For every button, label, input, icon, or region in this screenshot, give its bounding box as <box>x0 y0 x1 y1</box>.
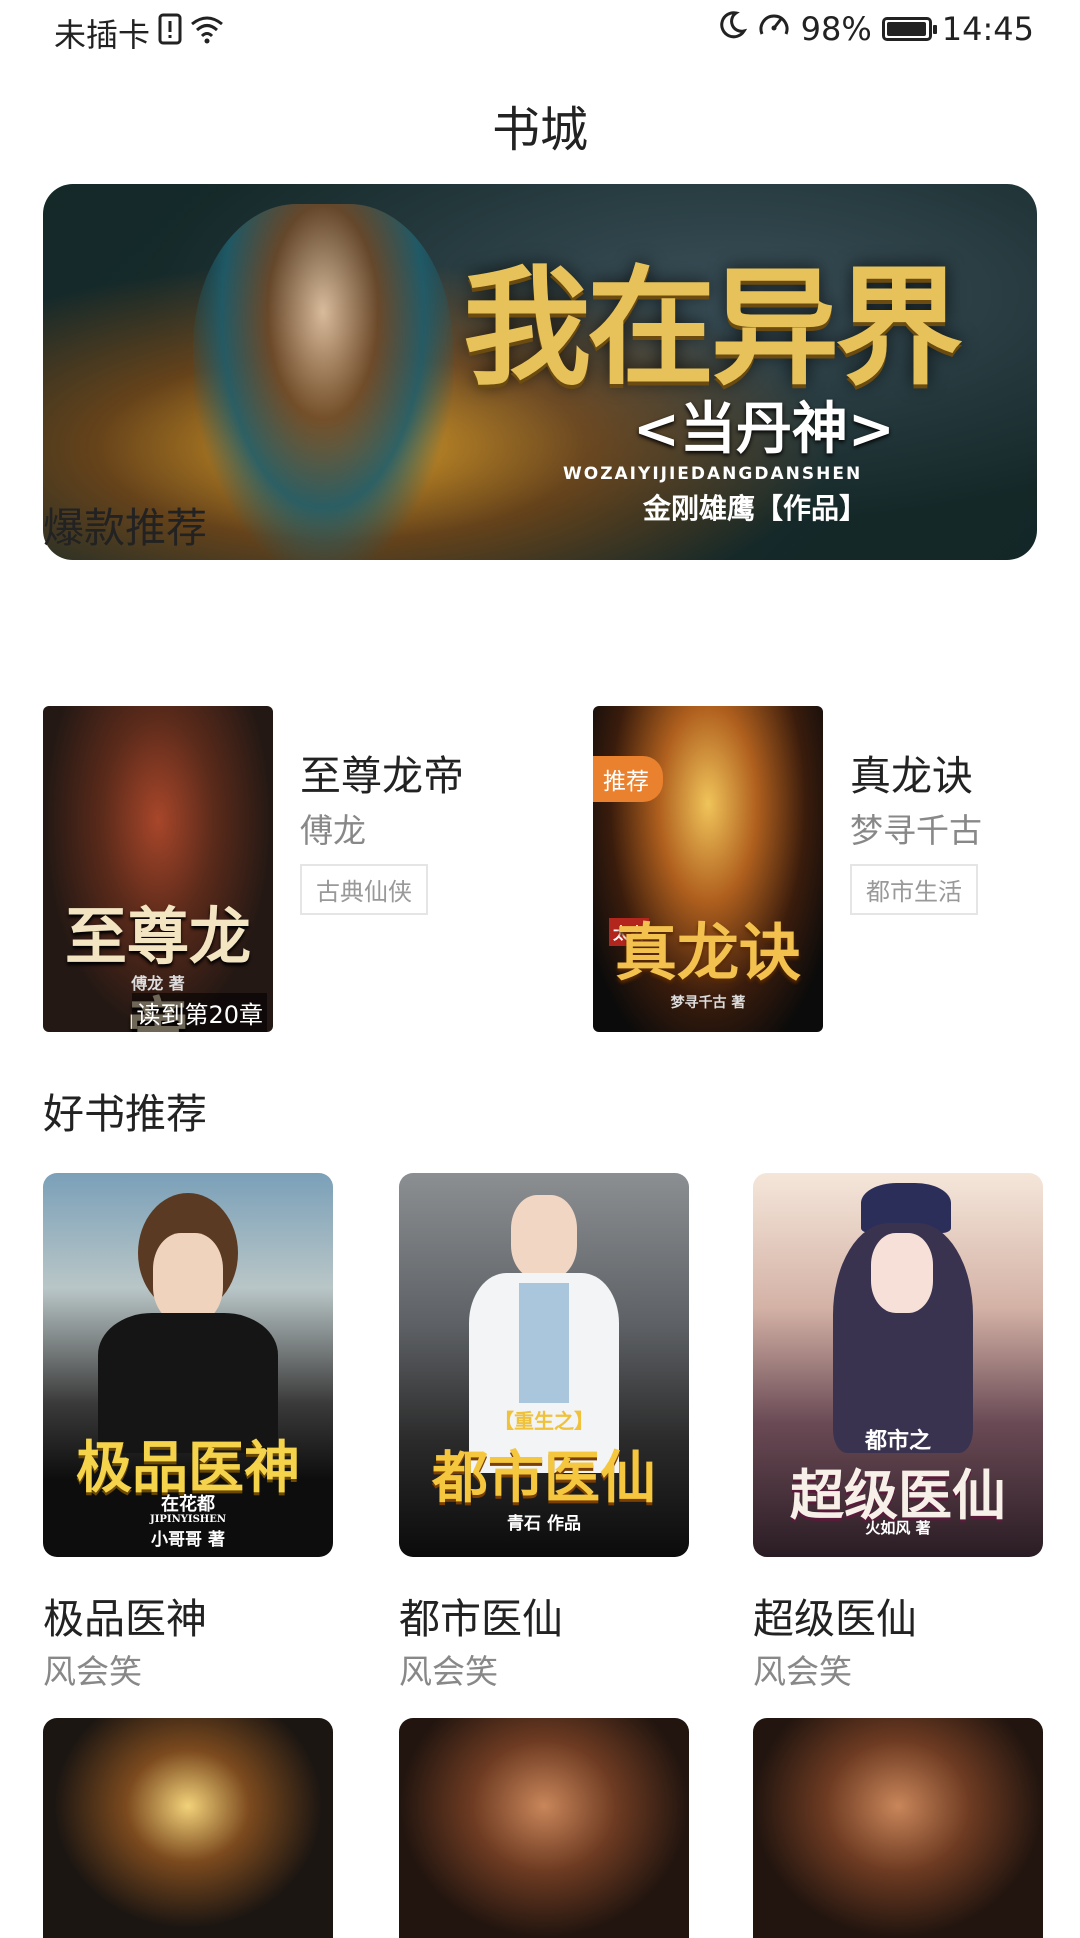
book-title: 真龙诀 <box>850 752 973 800</box>
book-author: 傅龙 <box>300 811 366 850</box>
battery-level <box>886 22 926 36</box>
section-title-hot: 爆款推荐 <box>43 504 207 552</box>
read-progress-label: 读到第20章 <box>132 993 267 1032</box>
banner-pinyin: WOZAIYIJIEDANGDANSHEN <box>563 464 863 484</box>
battery-icon <box>881 17 937 41</box>
book-cover[interactable] <box>43 1718 333 1938</box>
book-card[interactable]: 极品医神 在花都 JIPINYISHEN 小哥哥 著 极品医神 风会笑 <box>43 1173 333 1691</box>
book-cover[interactable]: 极品医神 在花都 JIPINYISHEN 小哥哥 著 <box>43 1173 333 1557</box>
cover-portrait-face <box>871 1233 933 1313</box>
book-title: 都市医仙 <box>399 1595 563 1643</box>
carrier-text: 未插卡 <box>54 16 151 54</box>
status-left: 未插卡 <box>54 10 224 56</box>
cover-title-text: 真龙诀 <box>614 916 801 989</box>
book-title: 至尊龙帝 <box>300 752 464 800</box>
status-right: 98% 14:45 <box>717 10 1034 48</box>
cover-pinyin-text: JIPINYISHEN <box>150 1514 226 1525</box>
cover-portrait-shirt <box>519 1283 569 1403</box>
cover-portrait-face <box>153 1233 223 1323</box>
banner-title: 我在异界 <box>463 253 963 403</box>
book-author: 风会笑 <box>399 1652 498 1691</box>
genre-tag[interactable]: 都市生活 <box>850 864 978 915</box>
cover-author-text: 火如风 著 <box>865 1519 931 1537</box>
cover-author-text: 青石 作品 <box>507 1514 581 1534</box>
cover-title-text: 都市医仙 <box>432 1445 656 1511</box>
cover-author-text: 梦寻千古 著 <box>670 995 746 1011</box>
hot-book-item[interactable]: 至尊龙帝 傅龙 著 读到第20章 至尊龙帝 傅龙 古典仙侠 <box>43 706 543 1032</box>
hot-book-item[interactable]: 推荐 太古 真龙诀 梦寻千古 著 真龙诀 梦寻千古 都市生活 <box>593 706 1080 1032</box>
moon-icon <box>717 10 747 48</box>
wifi-icon <box>190 14 224 52</box>
book-author: 风会笑 <box>43 1652 142 1691</box>
cover-portrait-face <box>511 1195 577 1279</box>
section-title-good: 好书推荐 <box>43 1090 207 1138</box>
book-author: 梦寻千古 <box>850 811 982 850</box>
book-cover[interactable]: 【重生之】 都市医仙 青石 作品 <box>399 1173 689 1557</box>
book-cover[interactable]: 推荐 太古 真龙诀 梦寻千古 著 <box>593 706 823 1032</box>
banner-character-image <box>193 204 453 560</box>
book-cover[interactable] <box>753 1718 1043 1938</box>
speedometer-icon <box>757 10 791 48</box>
banner-subtitle: <当丹神> <box>633 396 895 462</box>
clock: 14:45 <box>941 10 1034 48</box>
recommend-badge: 推荐 <box>593 756 663 802</box>
status-bar: 未插卡 98% 14:45 <box>0 0 1080 60</box>
banner-author: 金刚雄鹰【作品】 <box>643 492 868 525</box>
cover-author-text: 傅龙 著 <box>131 974 185 993</box>
book-title: 极品医神 <box>43 1595 207 1643</box>
book-cover[interactable]: 都市之 超级医仙 火如风 著 <box>753 1173 1043 1557</box>
battery-percent: 98% <box>800 10 872 48</box>
cover-author-text: 小哥哥 著 <box>151 1530 225 1550</box>
genre-tag[interactable]: 古典仙侠 <box>300 864 428 915</box>
page-title: 书城 <box>491 102 588 158</box>
cover-prefix-text: 【重生之】 <box>494 1409 594 1433</box>
sim-alert-icon <box>158 13 182 53</box>
cover-subtitle-text: 在花都 <box>161 1494 215 1515</box>
book-title: 超级医仙 <box>753 1595 917 1643</box>
book-card[interactable]: 【重生之】 都市医仙 青石 作品 都市医仙 风会笑 <box>399 1173 689 1691</box>
book-author: 风会笑 <box>753 1652 852 1691</box>
book-cover[interactable] <box>399 1718 689 1938</box>
book-cover[interactable]: 至尊龙帝 傅龙 著 读到第20章 <box>43 706 273 1032</box>
book-card[interactable]: 都市之 超级医仙 火如风 著 超级医仙 风会笑 <box>753 1173 1043 1691</box>
